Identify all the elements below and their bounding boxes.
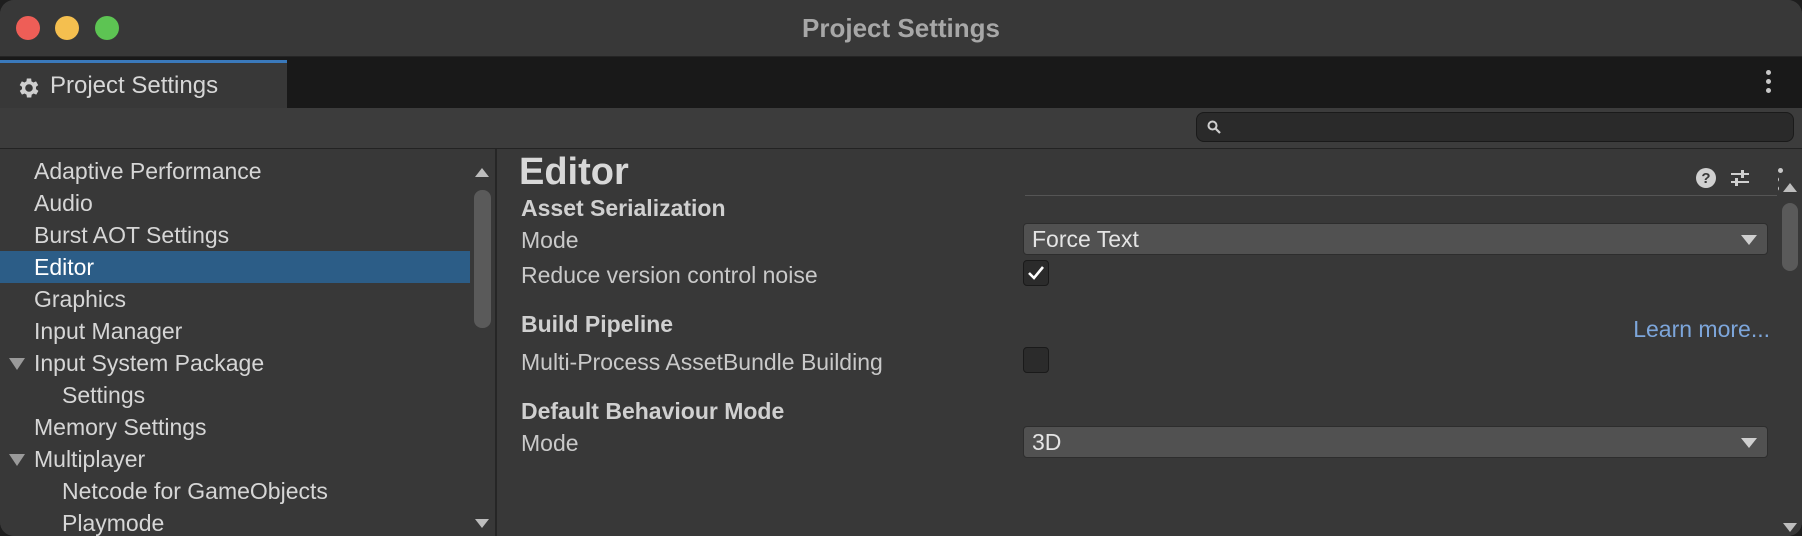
dropdown-value: 3D [1032, 429, 1062, 455]
settings-sidebar: Adaptive Performance Audio Burst AOT Set… [0, 149, 497, 536]
sidebar-item-multiplayer[interactable]: Multiplayer [0, 443, 470, 475]
sidebar-item-audio[interactable]: Audio [0, 187, 470, 219]
sidebar-item-label: Multiplayer [34, 446, 146, 472]
gear-icon [19, 78, 39, 98]
sidebar-item-burst-aot-settings[interactable]: Burst AOT Settings [0, 219, 470, 251]
sidebar-item-label: Settings [62, 382, 146, 408]
learn-more-link[interactable]: Learn more... [1633, 316, 1770, 343]
sidebar-item-label: Editor [34, 254, 95, 280]
section-asset-serialization: Asset Serialization [521, 195, 726, 221]
sidebar-item-label: Input System Package [34, 350, 265, 376]
main-scroll-thumb[interactable] [1782, 203, 1798, 271]
sidebar-item-input-system-package[interactable]: Input System Package [0, 347, 470, 379]
section-default-behaviour-mode: Default Behaviour Mode [521, 398, 785, 424]
editor-settings-panel: Editor ? Asset Serialization Mode Force … [497, 149, 1802, 536]
reduce-version-control-noise-checkbox[interactable] [1023, 260, 1049, 286]
default-behaviour-mode-label: Mode [521, 430, 579, 456]
scroll-down-icon[interactable] [1783, 523, 1797, 532]
title-bar: Project Settings [0, 0, 1802, 57]
checkmark-icon [1028, 266, 1045, 280]
sidebar-item-input-system-settings[interactable]: Settings [0, 379, 470, 411]
sidebar-item-memory-settings[interactable]: Memory Settings [0, 411, 470, 443]
sidebar-item-netcode-for-gameobjects[interactable]: Netcode for GameObjects [0, 475, 470, 507]
sidebar-item-label: Input Manager [34, 318, 183, 344]
sidebar-item-label: Adaptive Performance [34, 158, 262, 184]
sidebar-item-label: Burst AOT Settings [34, 222, 230, 248]
scroll-up-icon[interactable] [1783, 183, 1797, 192]
sidebar-item-label: Netcode for GameObjects [62, 478, 328, 504]
header-divider [1025, 195, 1777, 196]
tab-label: Project Settings [50, 72, 219, 99]
sidebar-scrollbar[interactable] [470, 149, 494, 536]
tab-project-settings[interactable]: Project Settings [0, 60, 287, 108]
reduce-version-control-noise-label: Reduce version control noise [521, 262, 818, 288]
sidebar-item-graphics[interactable]: Graphics [0, 283, 470, 315]
sidebar-item-label: Playmode [62, 510, 165, 536]
chevron-down-icon [1741, 235, 1757, 245]
page-title: Editor [519, 151, 629, 193]
preset-sliders-icon[interactable] [1729, 167, 1751, 189]
sidebar-item-label: Audio [34, 190, 93, 216]
sidebar-item-adaptive-performance[interactable]: Adaptive Performance [0, 155, 470, 187]
dropdown-value: Force Text [1032, 226, 1139, 252]
svg-text:?: ? [1701, 170, 1710, 187]
expand-arrow-icon[interactable] [9, 454, 25, 466]
window-title: Project Settings [802, 13, 1000, 43]
asset-serialization-mode-label: Mode [521, 227, 579, 253]
multi-process-assetbundle-checkbox[interactable] [1023, 347, 1049, 373]
tab-bar-menu-icon[interactable] [1766, 70, 1772, 97]
search-field[interactable] [1196, 112, 1794, 142]
asset-serialization-mode-dropdown[interactable]: Force Text [1023, 223, 1768, 255]
tab-bar: Project Settings [0, 57, 1802, 108]
scroll-down-icon[interactable] [475, 519, 489, 528]
section-build-pipeline: Build Pipeline [521, 311, 674, 337]
sidebar-item-playmode[interactable]: Playmode [0, 507, 470, 536]
help-icon[interactable]: ? [1695, 167, 1717, 189]
multi-process-assetbundle-label: Multi-Process AssetBundle Building [521, 349, 883, 375]
default-behaviour-mode-dropdown[interactable]: 3D [1023, 426, 1768, 458]
toolbar [0, 108, 1802, 149]
project-settings-window: Project Settings Project Settings Adapti… [0, 0, 1802, 536]
sidebar-item-input-manager[interactable]: Input Manager [0, 315, 470, 347]
scroll-up-icon[interactable] [475, 168, 489, 177]
expand-arrow-icon[interactable] [9, 358, 25, 370]
main-scrollbar[interactable] [1779, 177, 1801, 536]
sidebar-item-editor[interactable]: Editor [0, 251, 470, 283]
sidebar-item-label: Memory Settings [34, 414, 207, 440]
chevron-down-icon [1741, 438, 1757, 448]
sidebar-scroll-thumb[interactable] [474, 190, 491, 328]
sidebar-item-label: Graphics [34, 286, 127, 312]
search-icon [1207, 120, 1221, 134]
